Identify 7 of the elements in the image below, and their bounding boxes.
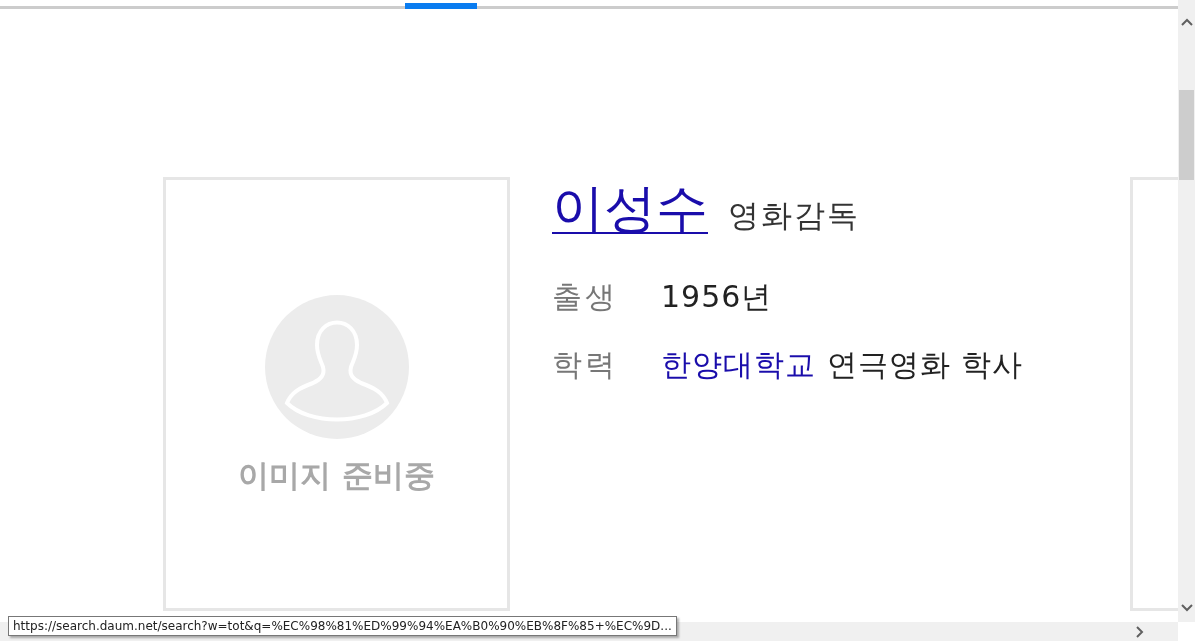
status-url-tooltip: https://search.daum.net/search?w=tot&q=%EC%98%81%ED%99%94%EA%B0%90%EB%8F%85+%EC%9D...: [8, 616, 677, 636]
fact-label: 출생: [552, 278, 619, 316]
fact-value: 1956년: [661, 278, 774, 316]
occupation: 영화감독: [728, 196, 860, 235]
fact-label: 학력: [552, 346, 619, 384]
placeholder-caption: 이미지 준비중: [238, 456, 435, 495]
fact-value: 한양대학교 연극영화 학사: [661, 346, 1025, 384]
